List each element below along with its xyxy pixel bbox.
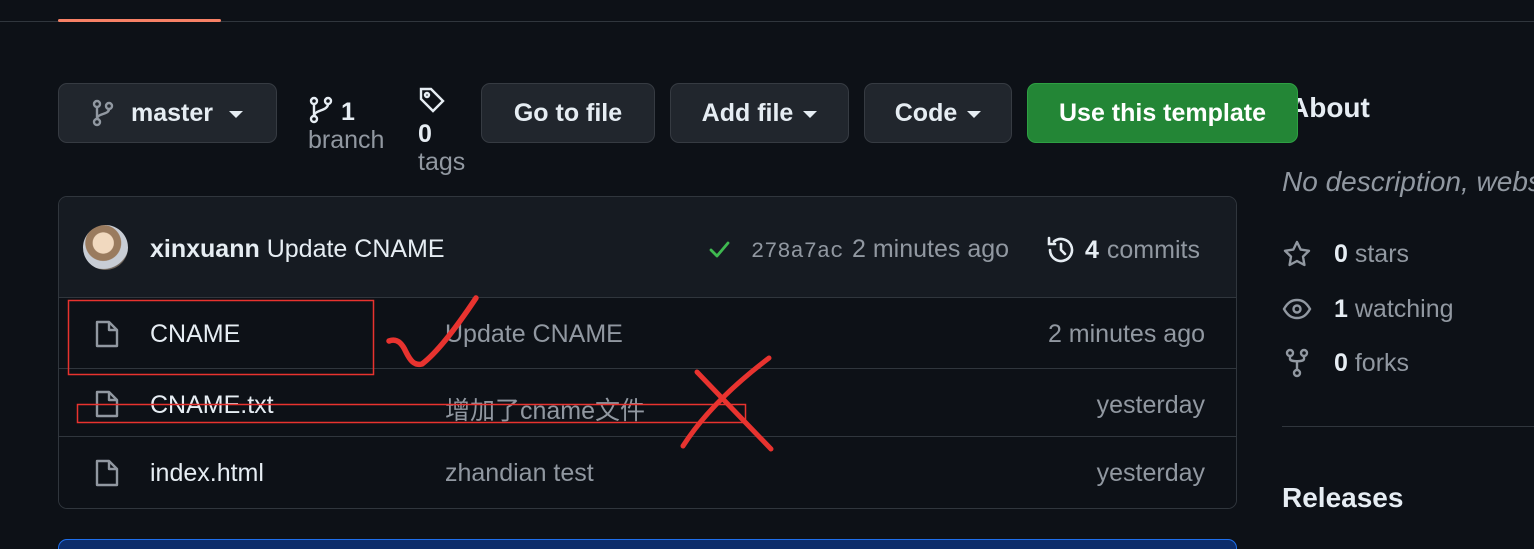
forks-label: forks bbox=[1354, 348, 1410, 377]
sidebar-divider bbox=[1282, 426, 1534, 427]
latest-commit-row: xinxuann Update CNAME 278a7ac 2 minutes … bbox=[59, 197, 1236, 298]
branch-label: branch bbox=[308, 126, 385, 154]
forks-count: 0 bbox=[1334, 348, 1348, 377]
file-icon bbox=[95, 320, 119, 348]
stars-count: 0 bbox=[1334, 239, 1348, 268]
commit-count: 4 bbox=[1085, 235, 1099, 264]
branch-select-button[interactable]: master bbox=[58, 83, 277, 143]
file-commit-time: yesterday bbox=[1096, 391, 1205, 419]
star-icon bbox=[1283, 240, 1311, 267]
branches-link[interactable]: 1 branch bbox=[308, 96, 384, 154]
go-to-file-button[interactable]: Go to file bbox=[481, 83, 655, 143]
eye-icon bbox=[1282, 298, 1312, 320]
file-name-link[interactable]: CNAME bbox=[150, 320, 240, 349]
active-tab-indicator bbox=[58, 19, 221, 22]
code-button[interactable]: Code bbox=[864, 83, 1012, 143]
commit-time: 2 minutes ago bbox=[852, 235, 1010, 263]
table-row: CNAME.txt 增加了cname文件 yesterday bbox=[59, 369, 1236, 437]
commit-sha[interactable]: 278a7ac bbox=[751, 239, 843, 264]
file-commit-time: 2 minutes ago bbox=[1047, 320, 1205, 348]
chevron-down-icon bbox=[803, 110, 818, 118]
file-table: xinxuann Update CNAME 278a7ac 2 minutes … bbox=[58, 196, 1237, 509]
branch-name: master bbox=[131, 98, 213, 127]
watching-count: 1 bbox=[1334, 294, 1348, 323]
commit-message: xinxuann Update CNAME bbox=[150, 235, 445, 264]
watching-label: watching bbox=[1354, 294, 1454, 323]
add-file-label: Add file bbox=[701, 98, 794, 127]
readme-banner bbox=[58, 539, 1237, 549]
releases-heading[interactable]: Releases bbox=[1282, 482, 1403, 514]
branch-count: 1 bbox=[340, 98, 355, 126]
table-row: index.html zhandian test yesterday bbox=[59, 437, 1236, 508]
file-icon bbox=[95, 390, 119, 418]
chevron-down-icon bbox=[229, 110, 243, 118]
file-name-link[interactable]: CNAME.txt bbox=[150, 391, 274, 420]
tag-count: 0 bbox=[418, 120, 432, 148]
tag-label: tags bbox=[418, 148, 466, 176]
code-label: Code bbox=[894, 98, 958, 127]
history-icon bbox=[1047, 236, 1074, 263]
git-branch-icon bbox=[92, 99, 114, 127]
chevron-down-icon bbox=[967, 110, 982, 118]
file-commit-message[interactable]: 增加了cname文件 bbox=[445, 391, 645, 427]
commit-message-text[interactable]: Update CNAME bbox=[267, 235, 445, 263]
add-file-button[interactable]: Add file bbox=[670, 83, 849, 143]
file-icon bbox=[95, 459, 119, 487]
forks-link[interactable]: 0 forks bbox=[1282, 348, 1409, 378]
tag-icon bbox=[419, 87, 445, 113]
tab-bar-divider bbox=[0, 21, 1534, 22]
git-branch-icon bbox=[309, 96, 333, 124]
commits-link[interactable]: 4 commits bbox=[1045, 234, 1200, 266]
commits-label: commits bbox=[1106, 235, 1200, 264]
go-to-file-label: Go to file bbox=[513, 98, 623, 127]
avatar[interactable] bbox=[83, 225, 128, 270]
stars-label: stars bbox=[1354, 239, 1410, 268]
watchers-link[interactable]: 1 watching bbox=[1282, 294, 1454, 324]
repo-page: master 1 branch 0 tags Go to file Add fi… bbox=[0, 0, 1534, 549]
file-commit-time: yesterday bbox=[1096, 459, 1205, 487]
fork-icon bbox=[1285, 348, 1309, 378]
about-description: No description, website bbox=[1282, 166, 1534, 197]
file-name-link[interactable]: index.html bbox=[150, 459, 264, 488]
commit-author[interactable]: xinxuann bbox=[150, 235, 260, 263]
check-icon[interactable] bbox=[707, 237, 732, 262]
stars-link[interactable]: 0 stars bbox=[1282, 239, 1409, 269]
table-row: CNAME Update CNAME 2 minutes ago bbox=[59, 298, 1236, 369]
use-template-button[interactable]: Use this template bbox=[1027, 83, 1298, 143]
file-commit-message[interactable]: Update CNAME bbox=[445, 320, 623, 349]
tags-link[interactable]: 0 tags bbox=[418, 86, 465, 176]
about-heading: About bbox=[1289, 92, 1370, 123]
use-template-label: Use this template bbox=[1058, 98, 1266, 127]
file-commit-message[interactable]: zhandian test bbox=[445, 459, 594, 488]
